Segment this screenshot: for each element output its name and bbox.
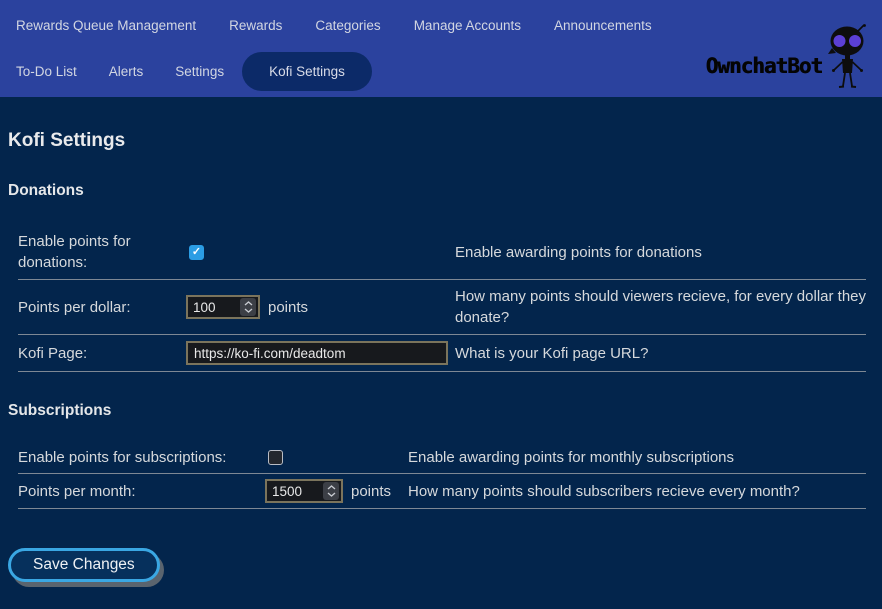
- spinner-up-icon[interactable]: [327, 485, 336, 490]
- nav-item-rewards-queue-management[interactable]: Rewards Queue Management: [16, 18, 196, 33]
- enable-subscriptions-label: Enable points for subscriptions:: [18, 447, 265, 468]
- enable-subscriptions-description: Enable awarding points for monthly subsc…: [408, 447, 866, 468]
- points-per-month-label: Points per month:: [18, 481, 265, 502]
- subscriptions-form: Enable points for subscriptions: ✓ Enabl…: [18, 442, 866, 509]
- kofi-page-url-input[interactable]: [186, 341, 448, 365]
- page-title: Kofi Settings: [8, 130, 874, 152]
- checkmark-icon: ✓: [192, 247, 201, 258]
- points-per-month-unit: points: [351, 483, 391, 500]
- form-row-points-per-month: Points per month: points How many points…: [18, 474, 866, 509]
- ownchatbot-logo: OwnchatBot: [706, 24, 870, 90]
- form-row-kofi-page: Kofi Page: What is your Kofi page URL?: [18, 335, 866, 372]
- points-per-dollar-description: How many points should viewers recieve, …: [455, 286, 866, 328]
- nav-item-todo-list[interactable]: To-Do List: [16, 64, 77, 79]
- nav-item-announcements[interactable]: Announcements: [554, 18, 652, 33]
- form-row-enable-donations: Enable points for donations: ✓ Enable aw…: [18, 225, 866, 280]
- points-per-month-input[interactable]: [267, 484, 323, 499]
- nav-item-categories[interactable]: Categories: [315, 18, 380, 33]
- points-per-month-input-wrap: [265, 479, 343, 503]
- spinner-down-icon[interactable]: [327, 492, 336, 497]
- donations-section-title: Donations: [8, 182, 874, 200]
- top-navigation: Rewards Queue Management Rewards Categor…: [0, 0, 882, 97]
- ownchatbot-logo-text: OwnchatBot: [706, 54, 822, 78]
- form-row-enable-subscriptions: Enable points for subscriptions: ✓ Enabl…: [18, 442, 866, 474]
- points-per-dollar-label: Points per dollar:: [18, 297, 186, 318]
- nav-item-kofi-settings-active-tab[interactable]: Kofi Settings: [242, 52, 372, 91]
- points-per-month-description: How many points should subscribers recie…: [408, 481, 866, 502]
- number-spinner[interactable]: [323, 482, 339, 500]
- enable-subscriptions-checkbox[interactable]: ✓: [268, 450, 283, 465]
- number-spinner[interactable]: [240, 298, 256, 316]
- form-row-points-per-dollar: Points per dollar: points How many point…: [18, 280, 866, 335]
- save-changes-button[interactable]: Save Changes: [8, 548, 160, 582]
- kofi-settings-page: Kofi Settings Donations Enable points fo…: [0, 130, 882, 582]
- enable-donations-label: Enable points for donations:: [18, 231, 186, 273]
- points-per-dollar-input-wrap: [186, 295, 260, 319]
- nav-item-manage-accounts[interactable]: Manage Accounts: [414, 18, 521, 33]
- kofi-page-description: What is your Kofi page URL?: [455, 343, 866, 364]
- points-per-dollar-input[interactable]: [188, 300, 240, 315]
- nav-item-settings[interactable]: Settings: [175, 64, 224, 79]
- nav-item-alerts[interactable]: Alerts: [109, 64, 144, 79]
- donations-form: Enable points for donations: ✓ Enable aw…: [18, 225, 866, 372]
- ownchatbot-robot-icon: [824, 24, 870, 90]
- enable-donations-description: Enable awarding points for donations: [455, 242, 866, 263]
- nav-item-rewards[interactable]: Rewards: [229, 18, 282, 33]
- points-per-dollar-unit: points: [268, 299, 308, 316]
- kofi-page-label: Kofi Page:: [18, 343, 186, 364]
- spinner-down-icon[interactable]: [244, 308, 253, 313]
- spinner-up-icon[interactable]: [244, 301, 253, 306]
- enable-donations-checkbox[interactable]: ✓: [189, 245, 204, 260]
- subscriptions-section-title: Subscriptions: [8, 402, 874, 420]
